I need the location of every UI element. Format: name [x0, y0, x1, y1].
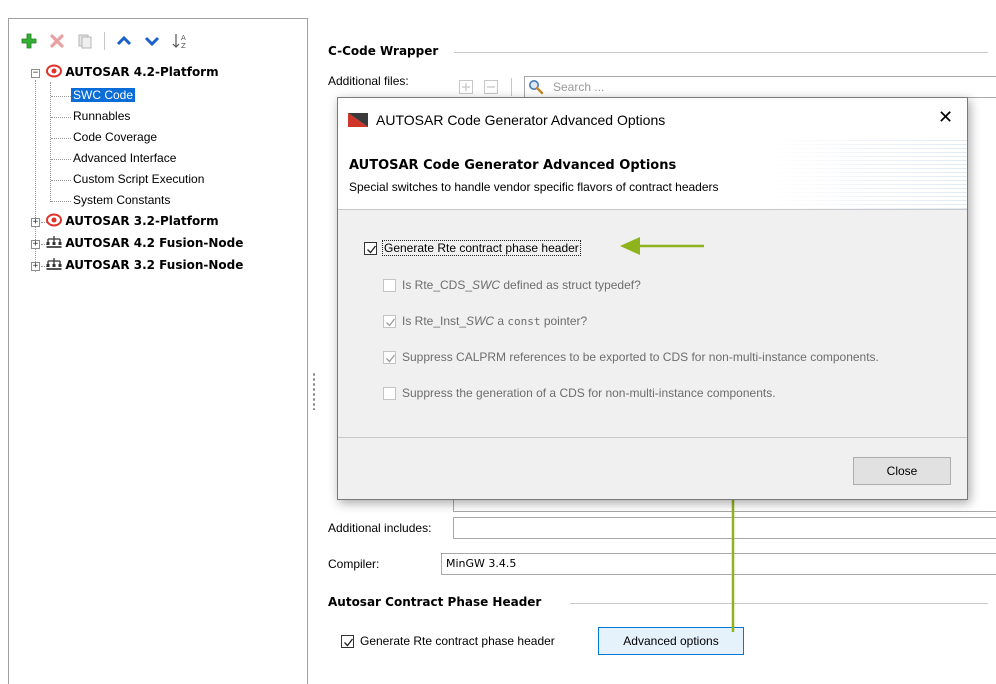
- dialog-title: AUTOSAR Code Generator Advanced Options: [376, 112, 666, 128]
- dialog-header-title: AUTOSAR Code Generator Advanced Options: [349, 158, 677, 173]
- option-cds-typedef-checkbox[interactable]: [383, 278, 396, 292]
- close-icon[interactable]: ✕: [938, 107, 953, 128]
- dialog-header: AUTOSAR Code Generator Advanced Options …: [338, 140, 967, 210]
- annotation-arrow-left: [620, 237, 704, 255]
- app-logo-icon: [348, 113, 368, 127]
- option-inst-const[interactable]: Is Rte_Inst_SWC a const pointer?: [383, 314, 587, 328]
- label-part: pointer?: [540, 314, 588, 328]
- label-part-code: const: [507, 315, 541, 328]
- label-part: Is Rte_CDS_: [402, 278, 473, 292]
- close-button[interactable]: Close: [853, 457, 951, 485]
- label-part-italic: SWC: [466, 314, 495, 328]
- option-suppress-calprm[interactable]: Suppress CALPRM references to be exporte…: [383, 350, 879, 364]
- option-inst-const-label: Is Rte_Inst_SWC a const pointer?: [402, 314, 587, 328]
- option-cds-typedef[interactable]: Is Rte_CDS_SWC defined as struct typedef…: [383, 278, 641, 292]
- option-suppress-cds[interactable]: Suppress the generation of a CDS for non…: [383, 386, 776, 400]
- option-generate-header-checkbox[interactable]: [364, 241, 377, 255]
- dialog-header-subtitle: Special switches to handle vendor specif…: [349, 180, 719, 194]
- label-part: defined as struct typedef?: [500, 278, 641, 292]
- label-part: a: [494, 314, 508, 328]
- label-part: Is Rte_Inst_: [402, 314, 467, 328]
- option-cds-typedef-label: Is Rte_CDS_SWC defined as struct typedef…: [402, 278, 641, 292]
- header-decoration: [767, 140, 967, 209]
- option-suppress-calprm-label: Suppress CALPRM references to be exporte…: [402, 350, 879, 364]
- option-generate-header-label: Generate Rte contract phase header: [382, 240, 581, 256]
- label-part-italic: SWC: [472, 278, 501, 292]
- option-suppress-calprm-checkbox[interactable]: [383, 350, 396, 364]
- dialog-titlebar[interactable]: AUTOSAR Code Generator Advanced Options …: [338, 98, 967, 140]
- option-suppress-cds-checkbox[interactable]: [383, 386, 396, 400]
- dialog-footer-divider: [338, 437, 967, 438]
- option-inst-const-checkbox[interactable]: [383, 314, 396, 328]
- option-suppress-cds-label: Suppress the generation of a CDS for non…: [402, 386, 776, 400]
- annotation-arrowhead-left: [620, 237, 640, 255]
- advanced-options-dialog: AUTOSAR Code Generator Advanced Options …: [337, 97, 968, 500]
- option-generate-header[interactable]: Generate Rte contract phase header: [364, 240, 581, 256]
